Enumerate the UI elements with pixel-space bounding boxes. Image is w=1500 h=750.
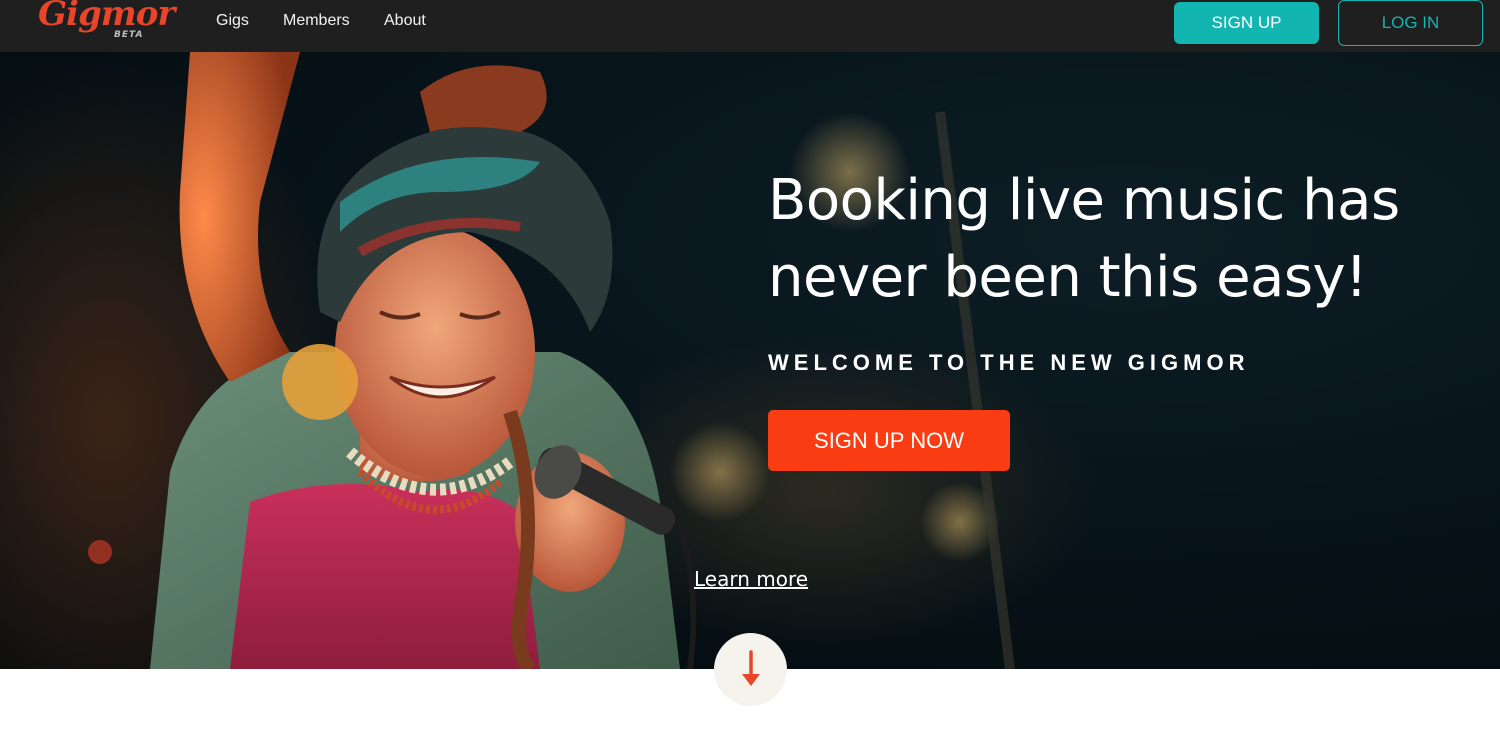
hero-headline: Booking live music has never been this e… [768,162,1448,316]
nav-link-gigs[interactable]: Gigs [216,12,249,30]
nav-link-members[interactable]: Members [283,12,350,30]
signup-now-button[interactable]: SIGN UP NOW [768,410,1010,471]
top-navbar: Gigmor BETA Gigs Members About SIGN UP L… [0,0,1500,52]
logo-wordmark: Gigmor [38,0,175,34]
arrow-down-icon [741,649,760,686]
nav-link-about[interactable]: About [384,12,426,30]
hero-section: Booking live music has never been this e… [0,52,1500,669]
hero-subheading: WELCOME TO THE NEW GIGMOR [768,350,1250,375]
scroll-down-button[interactable] [714,633,787,706]
signup-button[interactable]: SIGN UP [1174,2,1319,44]
gigmor-logo[interactable]: Gigmor BETA [38,0,175,44]
beta-badge: BETA [114,30,144,40]
learn-more-link[interactable]: Learn more [694,567,808,591]
login-button[interactable]: LOG IN [1338,0,1483,46]
headline-line-1: Booking live music has [768,168,1400,233]
headline-line-2: never been this easy! [768,245,1368,310]
